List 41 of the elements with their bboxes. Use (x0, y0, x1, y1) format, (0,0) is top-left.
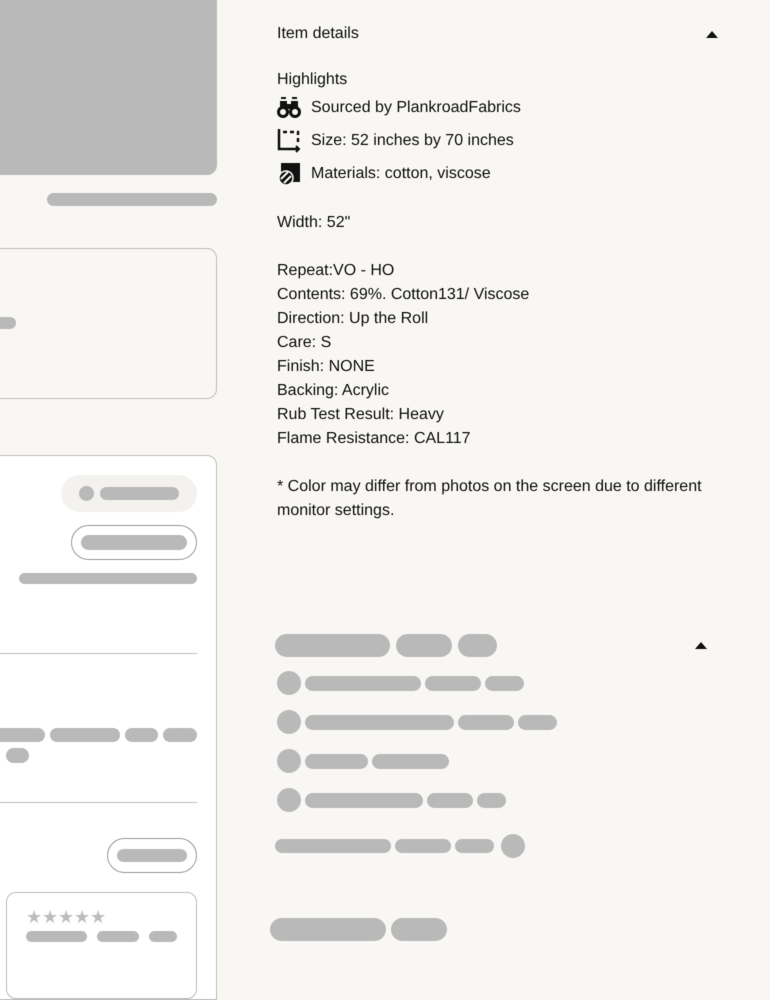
collapse-caret-icon[interactable] (695, 642, 707, 648)
placeholder-bar (396, 634, 452, 656)
detail-text: Finish: NONE (277, 357, 376, 377)
placeholder-bar (163, 728, 198, 742)
placeholder-bar (477, 792, 506, 808)
collapse-caret-icon[interactable] (706, 30, 718, 38)
highlight-text: Materials: cotton, viscose (311, 164, 491, 184)
placeholder-bar (97, 931, 139, 942)
placeholder-bar (455, 839, 494, 853)
rating-stars: ★★★★★ (26, 907, 106, 927)
binoculars-icon (277, 97, 301, 119)
resize-icon (277, 129, 301, 153)
placeholder-bar (50, 728, 120, 742)
placeholder-bar (518, 714, 557, 730)
highlight-text: Sourced by PlankroadFabrics (311, 98, 521, 118)
placeholder-bar (425, 676, 481, 690)
detail-text: Flame Resistance: CAL117 (277, 429, 472, 449)
detail-text: Care: S (277, 333, 332, 353)
highlights-heading: Highlights (277, 70, 348, 90)
placeholder-bar (427, 792, 473, 808)
placeholder-bar (305, 754, 368, 768)
placeholder-bar (391, 918, 447, 941)
highlight-text: Size: 52 inches by 70 inches (311, 131, 514, 151)
placeholder-bar (485, 676, 524, 690)
detail-text: Contents: 69%. Cotton131/ Viscose (277, 285, 530, 305)
placeholder-bar (117, 849, 187, 862)
fabric-icon (278, 163, 300, 185)
detail-text: Width: 52" (277, 213, 352, 233)
detail-text: Backing: Acrylic (277, 381, 390, 401)
detail-text: Repeat:VO - HO (277, 261, 396, 281)
detail-text: * Color may differ from photos on the screen due to different monitor settings. (277, 477, 703, 521)
placeholder-bar (458, 634, 497, 656)
section-title: Item details (277, 24, 359, 44)
placeholder-bar (125, 728, 158, 742)
placeholder-bar (395, 839, 451, 853)
detail-text: Direction: Up the Roll (277, 309, 430, 329)
placeholder-bar (148, 931, 177, 942)
placeholder-bar (6, 748, 29, 763)
detail-text: Rub Test Result: Heavy (277, 405, 445, 425)
placeholder-bar (458, 714, 514, 730)
placeholder-bar (26, 931, 88, 942)
